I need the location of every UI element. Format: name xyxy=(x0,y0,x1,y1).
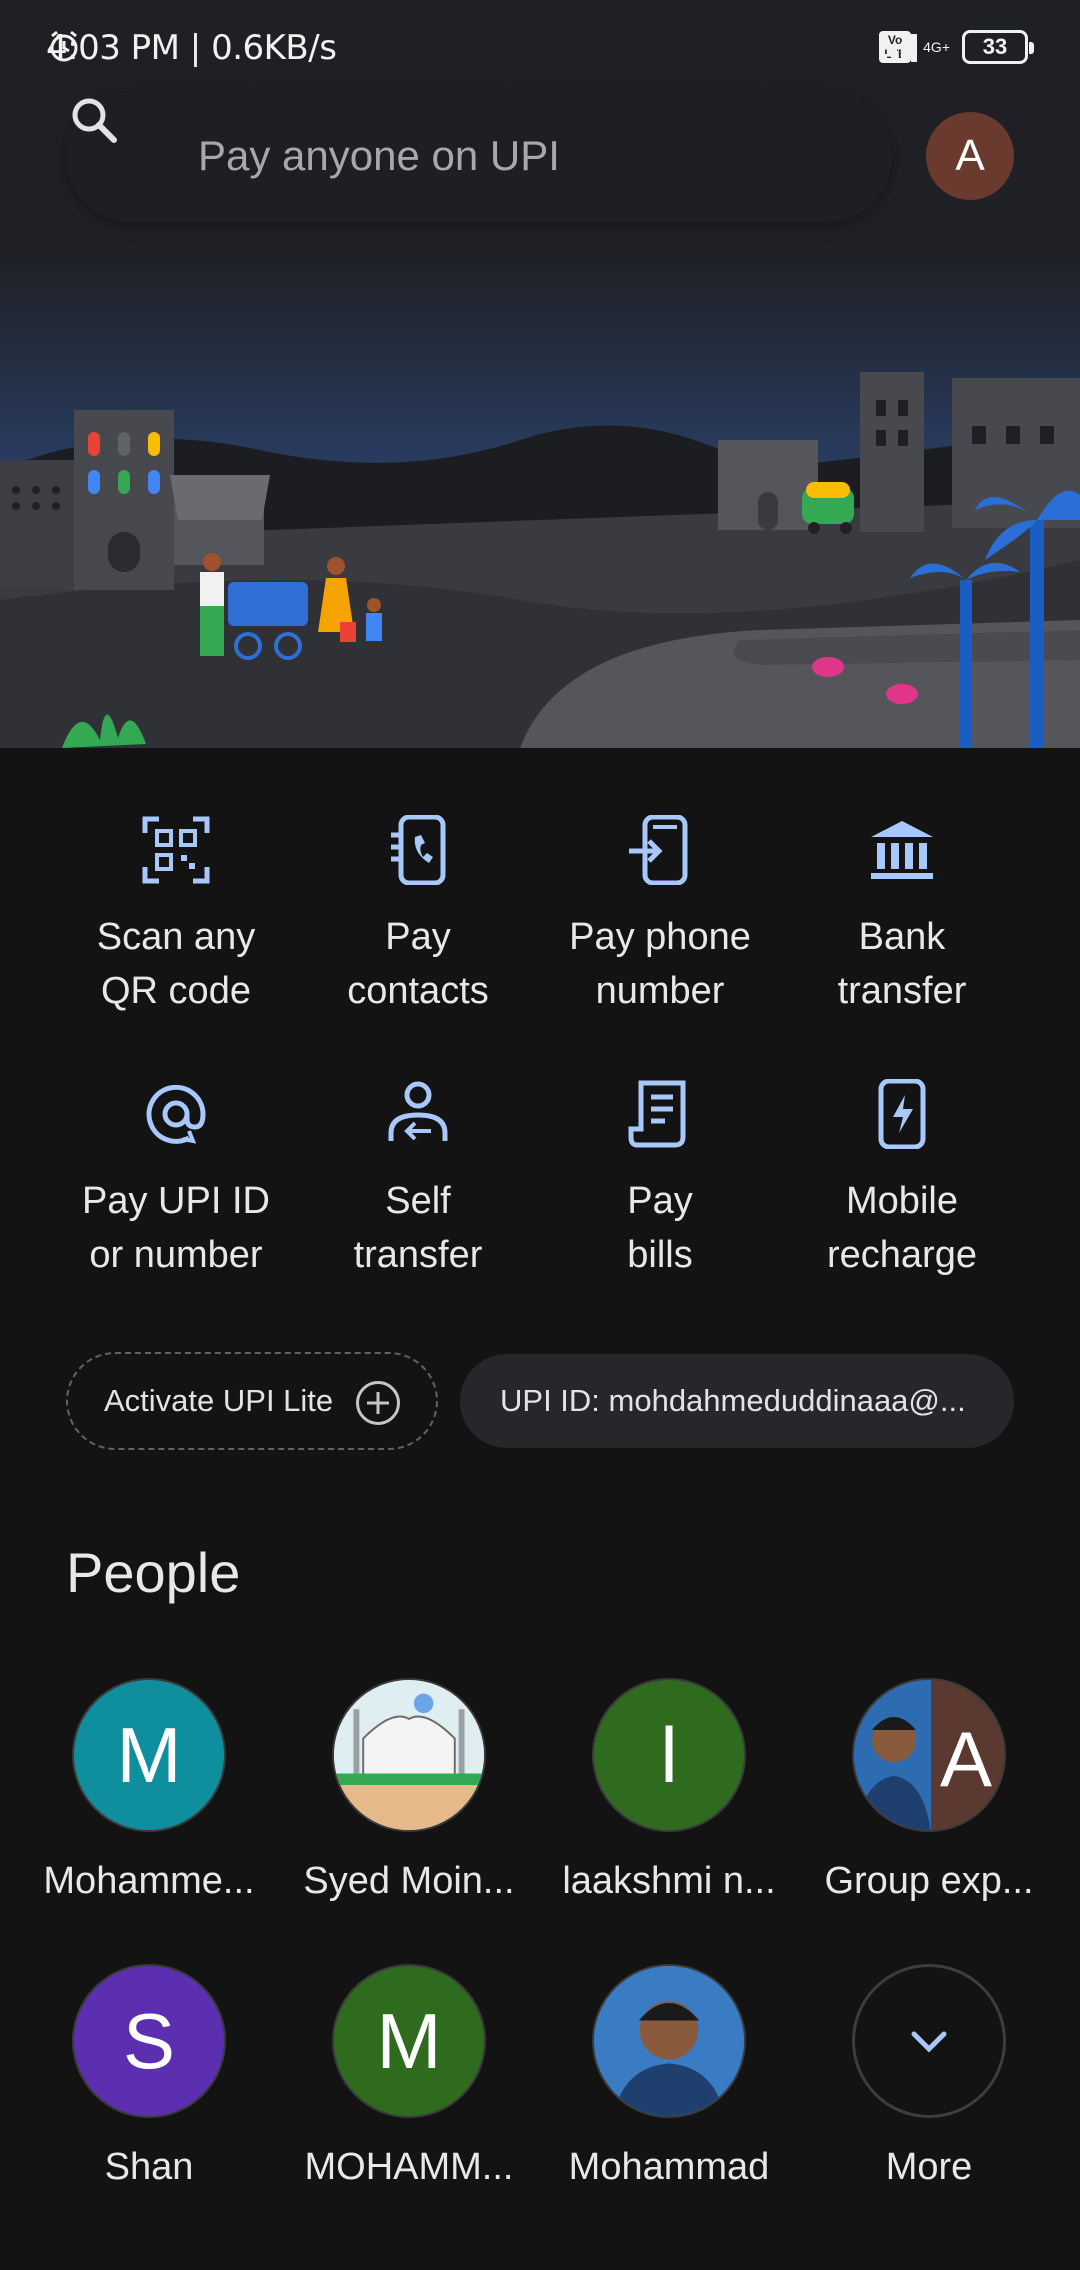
group-member-photo xyxy=(854,1680,931,1830)
action-label: Pay UPI ID or number xyxy=(82,1180,270,1276)
action-scan-qr[interactable]: Scan any QR code xyxy=(56,810,296,1018)
mosque-photo-icon xyxy=(334,1680,484,1830)
mobile-recharge-icon xyxy=(878,1079,926,1149)
account-avatar[interactable]: A xyxy=(926,112,1014,200)
status-bar: 4:03 PM | 0.6KB/s Vo LTE 4G+ 33 xyxy=(0,0,1080,100)
action-label: Pay contacts xyxy=(347,916,489,1012)
hero-illustration: 4:03 PM | 0.6KB/s Vo LTE 4G+ 33 xyxy=(0,0,1080,748)
signal-icon xyxy=(881,34,918,62)
phone-pay-icon xyxy=(629,815,688,885)
bank-icon xyxy=(871,821,933,879)
action-mobile-recharge[interactable]: Mobile recharge xyxy=(782,1074,1022,1282)
action-bank-transfer[interactable]: Bank transfer xyxy=(782,810,1022,1018)
upi-id-label: UPI ID: mohdahmeduddinaaa@... xyxy=(500,1383,966,1418)
contact-item[interactable]: A Group exp... xyxy=(804,1678,1054,1903)
person-photo-icon xyxy=(854,1680,931,1830)
chevron-down-icon xyxy=(911,2031,947,2053)
action-label: Self transfer xyxy=(353,1180,483,1276)
contact-avatar: l xyxy=(592,1678,746,1832)
self-transfer-icon xyxy=(388,1081,448,1141)
more-avatar xyxy=(852,1964,1006,2118)
activate-upi-lite-label: Activate UPI Lite xyxy=(104,1383,334,1418)
contact-avatar: M xyxy=(72,1678,226,1832)
contact-item[interactable]: Syed Moin... xyxy=(284,1678,534,1903)
contact-item[interactable]: M MOHAMM... xyxy=(284,1964,534,2189)
upi-id-chip[interactable]: UPI ID: mohdahmeduddinaaa@... xyxy=(460,1354,1014,1448)
qr-scan-icon xyxy=(142,816,210,884)
action-pay-bills[interactable]: Pay bills xyxy=(540,1074,780,1282)
people-section-title: People xyxy=(66,1541,241,1604)
action-label: Scan any QR code xyxy=(96,916,256,1012)
action-pay-upi-id[interactable]: Pay UPI ID or number xyxy=(56,1074,296,1282)
action-label: Pay bills xyxy=(627,1180,693,1276)
contact-item[interactable]: S Shan xyxy=(24,1964,274,2189)
search-input[interactable]: Pay anyone on UPI xyxy=(198,132,560,180)
status-time-speed: 4:03 PM | 0.6KB/s xyxy=(46,28,337,68)
more-label: More xyxy=(885,2146,973,2188)
alarm-icon xyxy=(50,30,78,62)
more-contacts-button[interactable]: More xyxy=(804,1964,1054,2189)
contact-avatar xyxy=(332,1678,486,1832)
contact-initial: M xyxy=(376,1996,442,2085)
activate-upi-lite-chip[interactable]: Activate UPI Lite xyxy=(66,1352,438,1450)
contact-avatar: M xyxy=(332,1964,486,2118)
group-avatar: A xyxy=(852,1678,1006,1832)
contact-name: Mohammad xyxy=(568,2146,770,2188)
action-label: Bank transfer xyxy=(837,916,967,1012)
battery-level: 33 xyxy=(982,34,1008,59)
contact-item[interactable]: Mohammad xyxy=(544,1964,794,2189)
person-photo-icon xyxy=(594,1966,744,2116)
contact-initial: M xyxy=(116,1710,182,1799)
action-label: Mobile recharge xyxy=(827,1180,977,1276)
contact-name: laakshmi n... xyxy=(562,1860,776,1902)
battery-indicator: 33 xyxy=(962,30,1034,64)
contact-initial: A xyxy=(940,1715,993,1803)
contact-initial: S xyxy=(122,1996,176,2085)
contact-name: MOHAMM... xyxy=(304,2146,514,2188)
contact-item[interactable]: l laakshmi n... xyxy=(544,1678,794,1903)
action-label: Pay phone number xyxy=(569,916,751,1012)
bill-icon xyxy=(628,1080,686,1148)
at-sign-icon xyxy=(146,1084,206,1144)
contact-name: Syed Moin... xyxy=(303,1860,515,1902)
search-icon xyxy=(72,98,117,143)
contact-name: Shan xyxy=(104,2146,194,2188)
contact-initial: l xyxy=(660,1710,678,1799)
add-circle-icon xyxy=(356,1381,400,1425)
contact-avatar: S xyxy=(72,1964,226,2118)
contacts-phone-icon xyxy=(391,815,446,885)
network-type: 4G+ xyxy=(923,39,950,55)
contact-item[interactable]: M Mohamme... xyxy=(24,1678,274,1903)
contact-name: Group exp... xyxy=(824,1860,1034,1902)
contact-name: Mohamme... xyxy=(43,1860,255,1902)
action-pay-phone[interactable]: Pay phone number xyxy=(540,810,780,1018)
action-self-transfer[interactable]: Self transfer xyxy=(298,1074,538,1282)
search-bar[interactable]: Pay anyone on UPI xyxy=(66,92,892,222)
action-pay-contacts[interactable]: Pay contacts xyxy=(298,810,538,1018)
contact-avatar xyxy=(592,1964,746,2118)
